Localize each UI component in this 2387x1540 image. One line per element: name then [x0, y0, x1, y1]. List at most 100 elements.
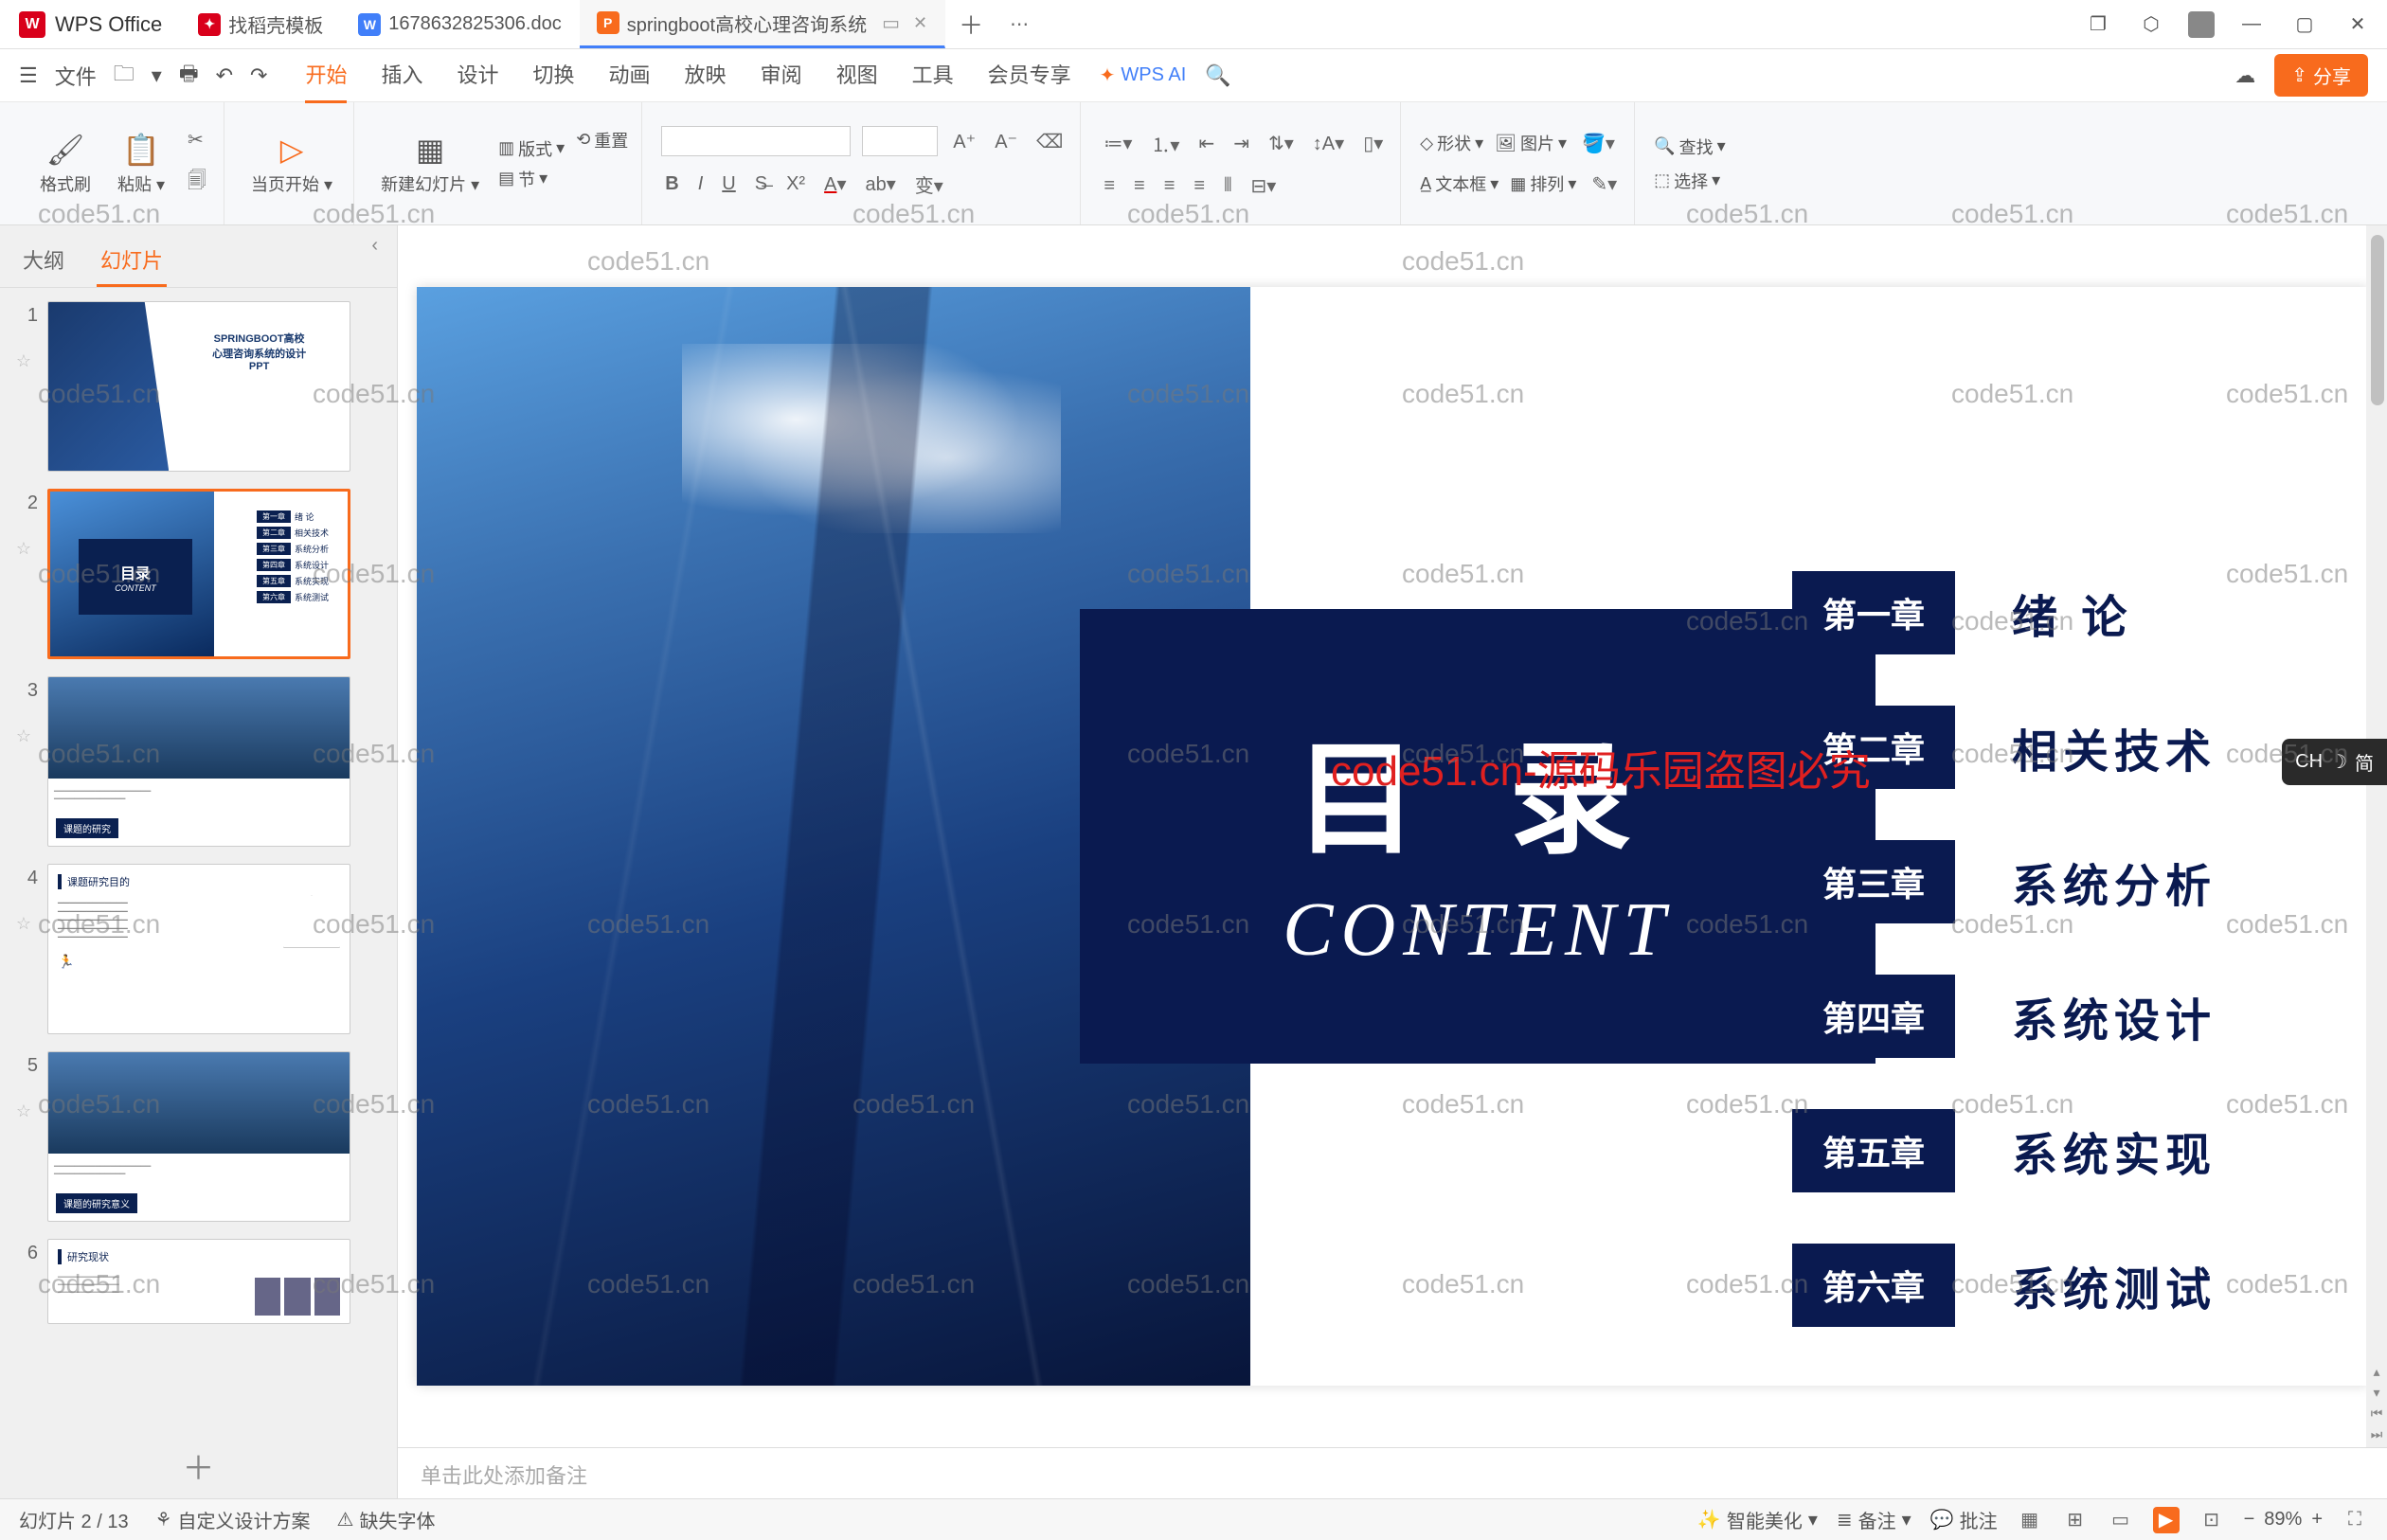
distribute-icon[interactable]: ⫴ [1220, 171, 1235, 201]
toc-row[interactable]: 第一章绪 论 [1792, 571, 2216, 654]
tab-template-store[interactable]: ✦ 找稻壳模板 [181, 0, 341, 48]
slide-thumbnail-6[interactable]: 研究现状 ▁▁▁▁▁▁▁▁▁▁▁▁▁▁▁▁▁▁▁▁▁▁▁▁▁▁▁▁▁▁▁▁▁▁▁… [47, 1239, 350, 1324]
save-icon[interactable]: ▾ [152, 63, 162, 88]
columns-icon[interactable]: ▯▾ [1359, 128, 1387, 159]
select-button[interactable]: ⬚ 选择 ▾ [1654, 169, 1725, 193]
tab-doc-file[interactable]: W 1678632825306.doc [341, 0, 579, 48]
redo-icon[interactable]: ↷ [250, 63, 267, 88]
scroll-down-icon[interactable]: ▾ [2366, 1385, 2387, 1406]
multiwindow-icon[interactable]: ❐ [2082, 9, 2114, 41]
sorter-view-icon[interactable]: ⊞ [2062, 1507, 2089, 1533]
menu-tab-design[interactable]: 设计 [458, 47, 499, 103]
search-icon[interactable]: 🔍 [1205, 63, 1230, 88]
picture-button[interactable]: 🖼 图片 ▾ [1495, 131, 1567, 155]
collapse-panel-icon[interactable]: ‹ [371, 235, 378, 287]
menu-tab-tools[interactable]: 工具 [912, 47, 954, 103]
zoom-level[interactable]: 89% [2264, 1509, 2302, 1531]
fill-icon[interactable]: 🪣▾ [1578, 128, 1619, 159]
slide-thumbnail-2[interactable]: 目录 CONTENT 第一章绪 论 第二章相关技术 第三章系统分析 第四章系统设… [47, 489, 350, 659]
scroll-up-icon[interactable]: ▴ [2366, 1364, 2387, 1385]
notes-input[interactable]: 单击此处添加备注 [398, 1447, 2387, 1498]
indent-increase-icon[interactable]: ⇥ [1229, 128, 1253, 159]
slideshow-view-icon[interactable]: ▶ [2153, 1507, 2180, 1533]
bullets-icon[interactable]: ≔▾ [1100, 128, 1136, 159]
numbering-icon[interactable]: ⒈▾ [1147, 126, 1183, 161]
vertical-align-icon[interactable]: ⊟▾ [1247, 170, 1280, 202]
menu-hamburger-icon[interactable]: ☰ [19, 63, 38, 88]
font-color-icon[interactable]: A▾ [820, 169, 850, 200]
notes-toggle[interactable]: ≣备注 ▾ [1837, 1506, 1911, 1533]
bold-icon[interactable]: B [661, 170, 682, 199]
align-center-icon[interactable]: ≡ [1130, 171, 1149, 201]
align-right-icon[interactable]: ≡ [1160, 171, 1179, 201]
menu-tab-slideshow[interactable]: 放映 [685, 47, 727, 103]
shape-button[interactable]: ◇ 形状 ▾ [1420, 131, 1483, 155]
underline-icon[interactable]: U [718, 170, 739, 199]
textbox-button[interactable]: A̲ 文本框 ▾ [1420, 171, 1499, 196]
star-icon[interactable]: ☆ [16, 539, 31, 559]
font-size-input[interactable] [862, 126, 938, 156]
share-button[interactable]: ⇪ 分享 [2274, 54, 2368, 97]
maximize-button[interactable]: ▢ [2288, 9, 2321, 41]
slide-thumbnail-4[interactable]: 课题研究目的 ▁▁▁▁▁▁▁▁▁▁▁▁▁▁▁▁▁▁▁▁▁▁▁▁▁▁▁▁▁▁▁▁▁… [47, 864, 350, 1034]
close-icon[interactable]: ✕ [913, 13, 927, 33]
copy-icon[interactable]: 🗐 [184, 163, 210, 203]
beautify-button[interactable]: ✨智能美化 ▾ [1697, 1506, 1818, 1533]
outline-tab[interactable]: 大纲 [19, 235, 68, 287]
file-menu[interactable]: 文件 [55, 61, 97, 91]
tab-overflow-button[interactable]: ⋯ [996, 12, 1042, 36]
menu-tab-home[interactable]: 开始 [305, 47, 347, 103]
fit-window-icon[interactable]: ⛶ [2342, 1507, 2368, 1533]
slide-thumbnail-1[interactable]: SPRINGBOOT高校 心理咨询系统的设计 PPT [47, 301, 350, 472]
find-button[interactable]: 🔍 查找 ▾ [1654, 134, 1725, 159]
tab-menu-icon[interactable]: ▭ [882, 11, 900, 35]
increase-font-icon[interactable]: A⁺ [949, 126, 979, 157]
wps-ai-button[interactable]: ✦ WPS AI [1100, 63, 1187, 87]
toc-row[interactable]: 第三章系统分析 [1792, 840, 2216, 923]
custom-design-button[interactable]: ⚘自定义设计方案 [155, 1506, 311, 1533]
from-current-button[interactable]: ▷ 当页开始 ▾ [243, 128, 340, 200]
slide-thumbnail-3[interactable]: ▁▁▁▁▁▁▁▁▁▁▁▁▁▁▁▁▁▁▁▁▁▁▁▁▁▁▁▁▁▁▁▁▁ 课题的研究 [47, 676, 350, 847]
arrange-button[interactable]: ▦ 排列 ▾ [1510, 171, 1576, 196]
strikethrough-icon[interactable]: S̶ [751, 170, 771, 199]
cube-icon[interactable]: ⬡ [2135, 9, 2167, 41]
presenter-view-icon[interactable]: ⊡ [2199, 1507, 2225, 1533]
highlight-icon[interactable]: ab▾ [861, 169, 899, 200]
comments-toggle[interactable]: 💬批注 [1930, 1506, 1998, 1533]
avatar-icon[interactable] [2188, 11, 2215, 38]
prev-slide-icon[interactable]: ⏮ [2366, 1406, 2387, 1426]
missing-font-button[interactable]: ⚠缺失字体 [337, 1506, 436, 1533]
new-slide-button[interactable]: ▦ 新建幻灯片 ▾ [373, 128, 487, 200]
superscript-icon[interactable]: X² [782, 170, 809, 199]
new-tab-button[interactable]: ＋ [945, 7, 996, 42]
star-icon[interactable]: ☆ [16, 1101, 31, 1121]
cloud-upload-icon[interactable]: ☁ [2234, 63, 2255, 88]
indent-decrease-icon[interactable]: ⇤ [1194, 128, 1218, 159]
cut-icon[interactable]: ✂ [184, 124, 210, 155]
zoom-in-button[interactable]: + [2311, 1509, 2323, 1531]
outline-color-icon[interactable]: ✎▾ [1588, 169, 1621, 200]
page-indicator[interactable]: 幻灯片 2 / 13 [19, 1506, 129, 1533]
paste-button[interactable]: 📋 粘贴 ▾ [110, 128, 172, 200]
menu-tab-animation[interactable]: 动画 [609, 47, 651, 103]
add-slide-button[interactable]: ＋ [0, 1433, 397, 1498]
layout-button[interactable]: ▥ 版式 ▾ [498, 136, 565, 161]
align-justify-icon[interactable]: ≡ [1190, 171, 1209, 201]
current-slide[interactable]: 目 录 CONTENT 第一章绪 论 第二章相关技术 第三章系统分析 第四章系统… [417, 287, 2368, 1386]
open-icon[interactable]: 🗀 [114, 58, 135, 94]
decrease-font-icon[interactable]: A⁻ [991, 126, 1021, 157]
slide-canvas[interactable]: 目 录 CONTENT 第一章绪 论 第二章相关技术 第三章系统分析 第四章系统… [398, 225, 2387, 1447]
next-slide-icon[interactable]: ⏭ [2366, 1426, 2387, 1447]
star-icon[interactable]: ☆ [16, 914, 31, 934]
menu-tab-review[interactable]: 审阅 [761, 47, 802, 103]
clear-format-icon[interactable]: ⌫ [1032, 126, 1067, 157]
reset-button[interactable]: ⟲ 重置 [576, 128, 628, 152]
text-direction-icon[interactable]: ⇅▾ [1265, 128, 1298, 159]
star-icon[interactable]: ☆ [16, 726, 31, 746]
align-left-icon[interactable]: ≡ [1100, 171, 1119, 201]
section-button[interactable]: ▤ 节 ▾ [498, 167, 565, 191]
toc-row[interactable]: 第五章系统实现 [1792, 1109, 2216, 1192]
change-case-icon[interactable]: 变▾ [911, 167, 947, 202]
slides-tab[interactable]: 幻灯片 [97, 235, 167, 287]
content-title-box[interactable]: 目 录 CONTENT [1080, 609, 1876, 1064]
